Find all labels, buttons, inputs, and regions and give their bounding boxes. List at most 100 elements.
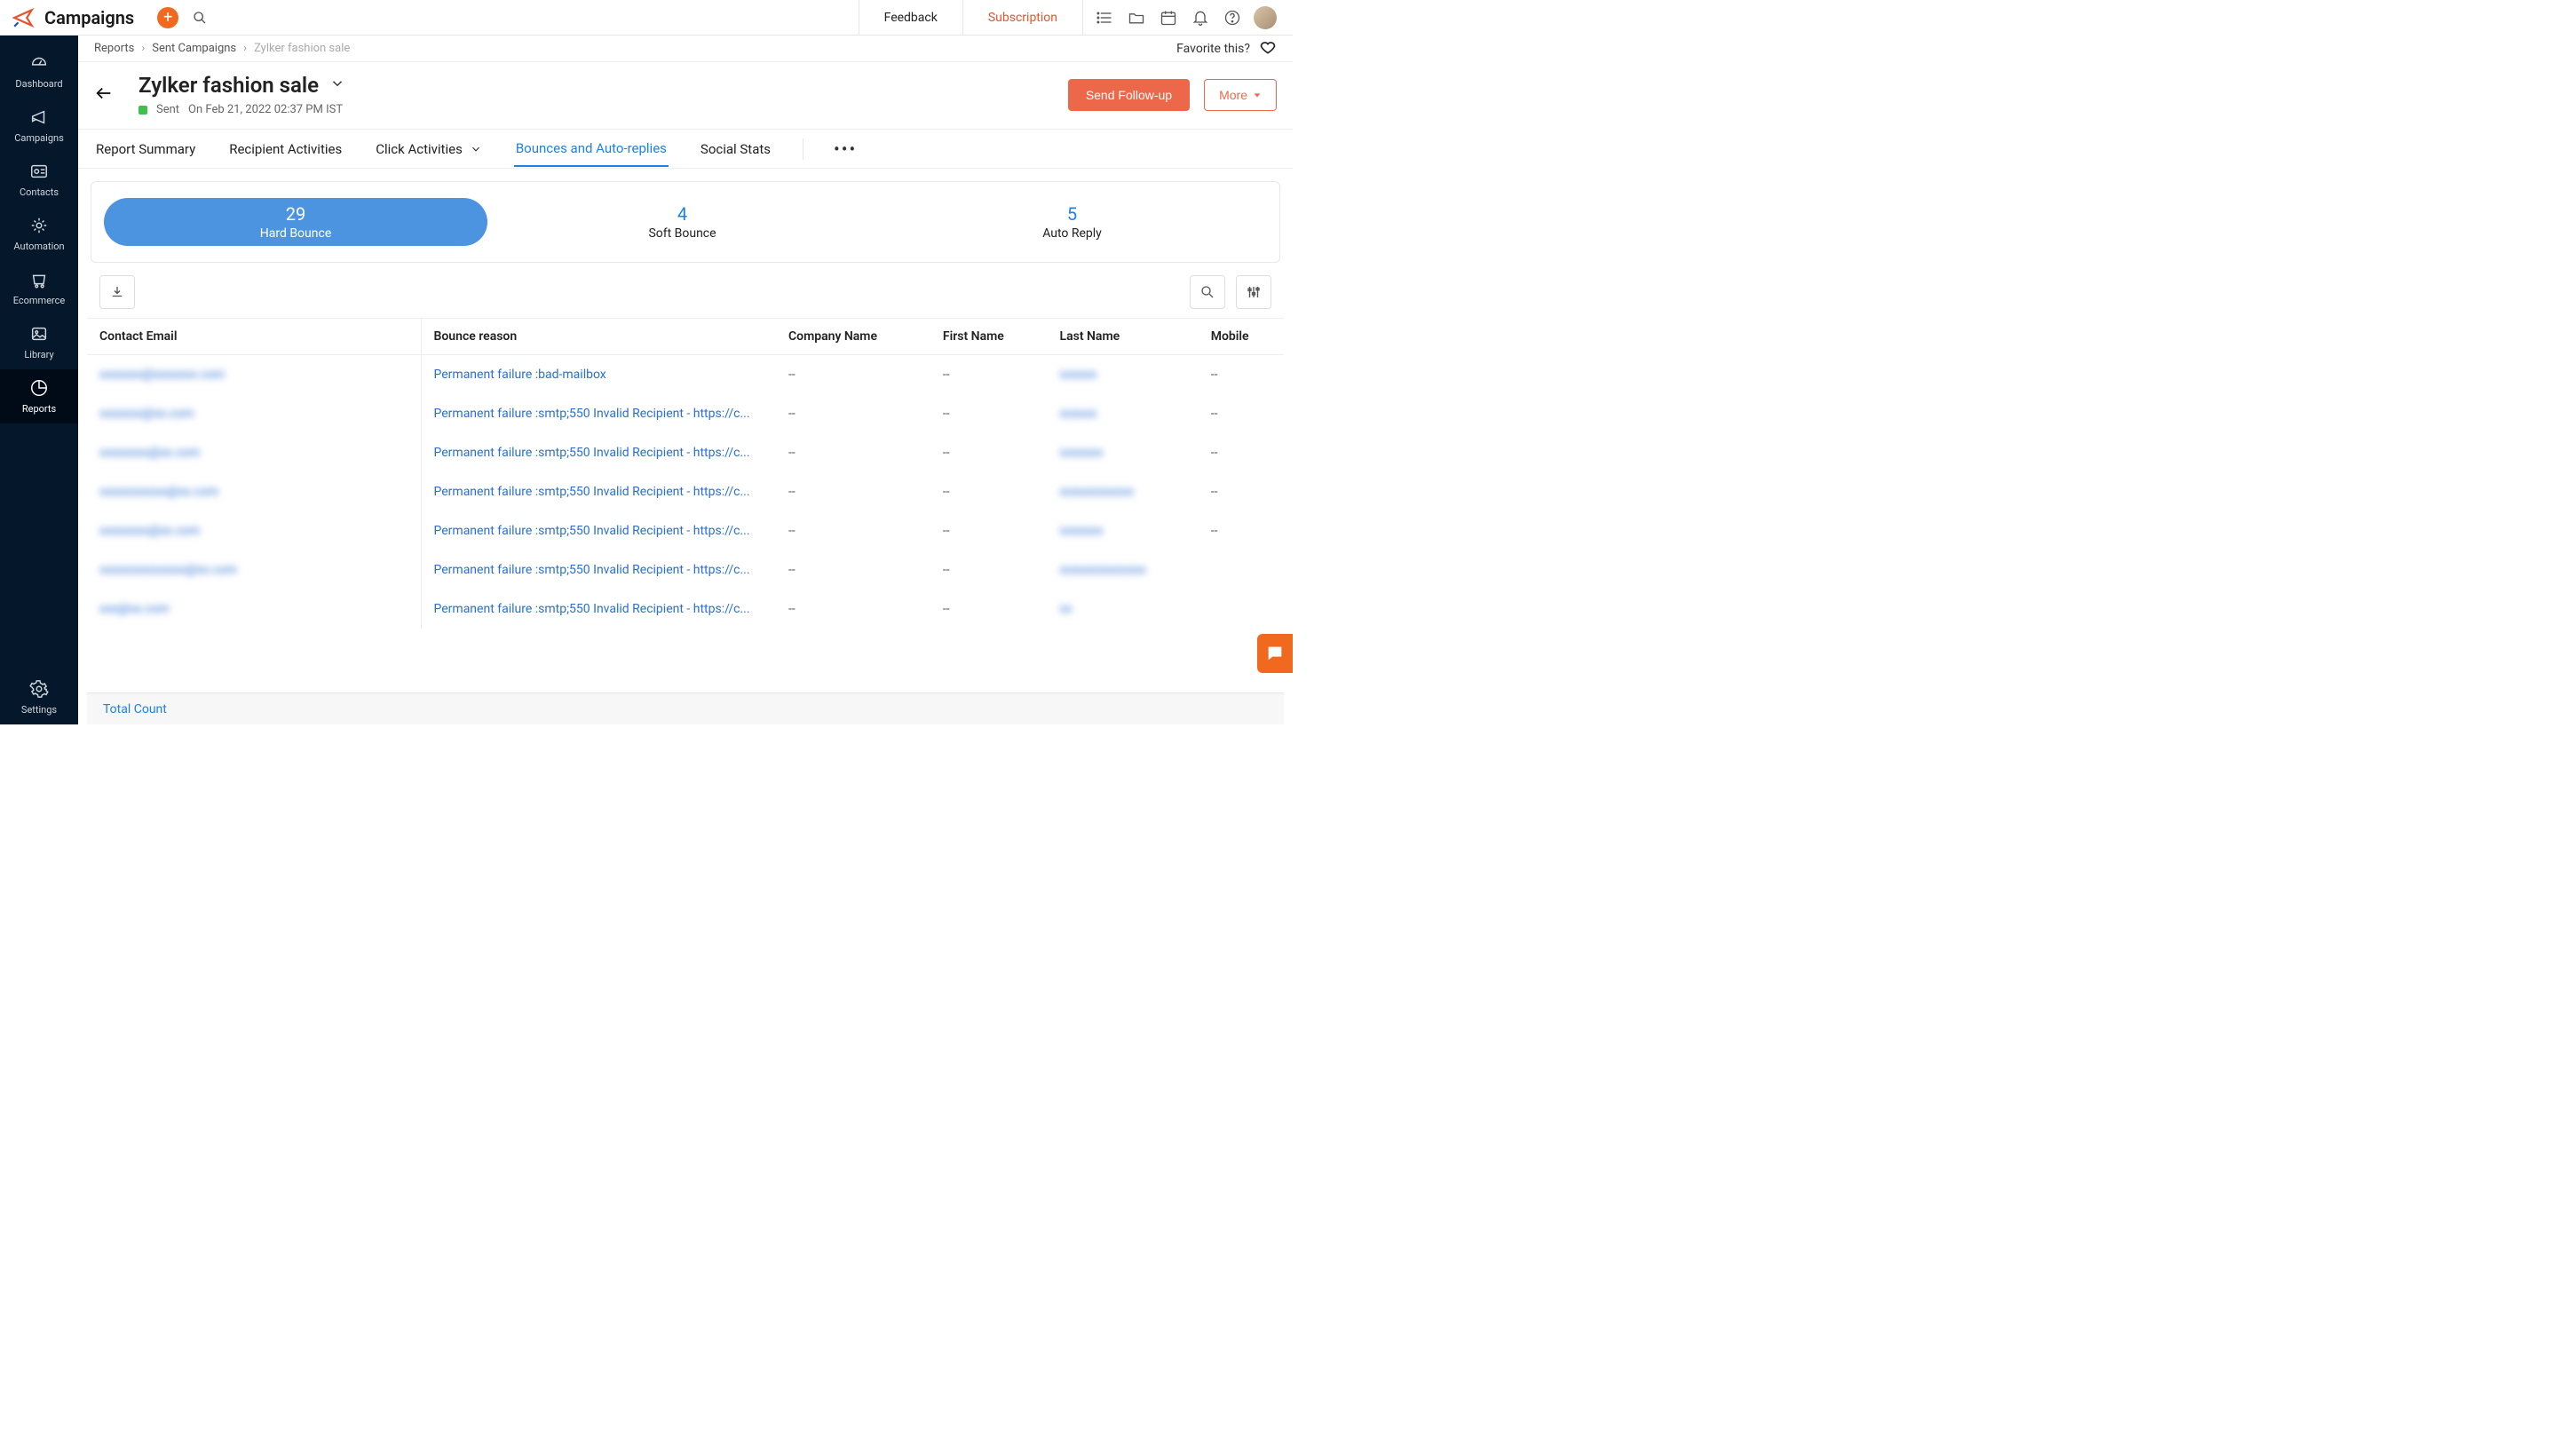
cell-last: xxxxxx (1048, 355, 1199, 395)
sidebar-item-automation[interactable]: Automation (0, 207, 78, 261)
list-icon[interactable] (1090, 4, 1119, 32)
cell-reason[interactable]: Permanent failure :smtp;550 Invalid Reci… (421, 590, 776, 629)
cell-reason[interactable]: Permanent failure :bad-mailbox (421, 355, 776, 395)
tabs: Report Summary Recipient Activities Clic… (78, 130, 1293, 169)
bounce-table: Contact Email Bounce reason Company Name… (87, 318, 1284, 692)
pill-count: 4 (677, 203, 687, 225)
sidebar-item-settings[interactable]: Settings (0, 670, 78, 724)
cell-company: -- (776, 433, 930, 472)
breadcrumb-current: Zylker fashion sale (254, 42, 350, 55)
sidebar-item-ecommerce[interactable]: Ecommerce (0, 261, 78, 315)
tab-social-stats[interactable]: Social Stats (699, 132, 772, 166)
subscription-link[interactable]: Subscription (962, 0, 1082, 35)
help-icon[interactable] (1218, 4, 1247, 32)
cell-last: xxxxxxx (1048, 433, 1199, 472)
cell-mobile: -- (1199, 394, 1284, 433)
cell-email[interactable]: xxxxxxxxxxxxxx@xx.com (87, 550, 421, 590)
table-search-button[interactable] (1190, 275, 1225, 309)
logo[interactable]: Campaigns (12, 6, 134, 29)
tab-click-activities[interactable]: Click Activities (374, 132, 484, 166)
cell-reason[interactable]: Permanent failure :smtp;550 Invalid Reci… (421, 511, 776, 550)
top-right: Feedback Subscription (859, 0, 1293, 35)
cell-email[interactable]: xxxxxxxx@xx.com (87, 511, 421, 550)
chevron-right-icon: › (141, 42, 145, 55)
th-mobile[interactable]: Mobile (1199, 319, 1284, 355)
cell-email[interactable]: xxx@xx.com (87, 590, 421, 629)
cell-email[interactable]: xxxxxxxx@xx.com (87, 433, 421, 472)
sidebar-item-library[interactable]: Library (0, 315, 78, 369)
cell-company: -- (776, 511, 930, 550)
create-button[interactable]: + (157, 7, 178, 28)
table-row[interactable]: xxxxxxxxxxxxxx@xx.com Permanent failure … (87, 550, 1284, 590)
more-button[interactable]: More (1204, 79, 1277, 111)
chevron-down-icon[interactable] (329, 75, 345, 95)
cell-first: -- (930, 394, 1048, 433)
th-email[interactable]: Contact Email (87, 319, 421, 355)
avatar[interactable] (1254, 6, 1277, 29)
sidebar-item-campaigns[interactable]: Campaigns (0, 99, 78, 153)
table-row[interactable]: xxxxxxx@xxxxxxx.com Permanent failure :b… (87, 355, 1284, 395)
back-arrow-icon[interactable] (94, 83, 114, 107)
table-row[interactable]: xxxxxxx@xx.com Permanent failure :smtp;5… (87, 394, 1284, 433)
chat-fab[interactable] (1257, 634, 1293, 673)
cell-reason[interactable]: Permanent failure :smtp;550 Invalid Reci… (421, 550, 776, 590)
tab-bounces[interactable]: Bounces and Auto-replies (514, 131, 669, 167)
favorite-icon[interactable] (1259, 38, 1277, 59)
cell-mobile (1199, 590, 1284, 629)
favorite-label: Favorite this? (1176, 42, 1250, 56)
feedback-link[interactable]: Feedback (859, 0, 962, 35)
cell-reason[interactable]: Permanent failure :smtp;550 Invalid Reci… (421, 394, 776, 433)
topbar: Campaigns + Feedback Subscription (0, 0, 1293, 36)
tab-report-summary[interactable]: Report Summary (94, 132, 197, 166)
breadcrumb-mid[interactable]: Sent Campaigns (152, 42, 236, 55)
total-count-link[interactable]: Total Count (103, 702, 167, 716)
table-row[interactable]: xxx@xx.com Permanent failure :smtp;550 I… (87, 590, 1284, 629)
tab-recipient-activities[interactable]: Recipient Activities (227, 132, 344, 166)
table-row[interactable]: xxxxxxxxxxx@xx.com Permanent failure :sm… (87, 472, 1284, 511)
chevron-right-icon: › (243, 42, 247, 55)
page-header: Zylker fashion sale Sent On Feb 21, 2022… (78, 62, 1293, 130)
breadcrumb-root[interactable]: Reports (94, 42, 134, 55)
status-dot-icon (139, 106, 147, 115)
pill-label: Auto Reply (1042, 226, 1102, 241)
pill-auto-reply[interactable]: 5Auto Reply (877, 198, 1267, 246)
calendar-icon[interactable] (1154, 4, 1183, 32)
cell-first: -- (930, 433, 1048, 472)
th-reason[interactable]: Bounce reason (421, 319, 776, 355)
cell-company: -- (776, 355, 930, 395)
filter-button[interactable] (1236, 275, 1271, 309)
cell-email[interactable]: xxxxxxx@xxxxxxx.com (87, 355, 421, 395)
th-company[interactable]: Company Name (776, 319, 930, 355)
cell-email[interactable]: xxxxxxxxxxx@xx.com (87, 472, 421, 511)
table-row[interactable]: xxxxxxxx@xx.com Permanent failure :smtp;… (87, 511, 1284, 550)
sidebar-item-label: Reports (22, 403, 56, 415)
main: Reports › Sent Campaigns › Zylker fashio… (78, 36, 1293, 724)
cell-email[interactable]: xxxxxxx@xx.com (87, 394, 421, 433)
cell-reason[interactable]: Permanent failure :smtp;550 Invalid Reci… (421, 472, 776, 511)
search-top-icon[interactable] (184, 11, 216, 25)
tabs-more-icon[interactable]: ••• (834, 138, 857, 160)
send-followup-button[interactable]: Send Follow-up (1068, 79, 1190, 111)
pill-soft-bounce[interactable]: 4Soft Bounce (487, 198, 877, 246)
app-title: Campaigns (44, 7, 134, 28)
pill-count: 5 (1067, 203, 1077, 225)
cell-company: -- (776, 590, 930, 629)
pill-hard-bounce[interactable]: 29Hard Bounce (104, 198, 487, 246)
th-last[interactable]: Last Name (1048, 319, 1199, 355)
sidebar-item-reports[interactable]: Reports (0, 369, 78, 423)
pill-label: Soft Bounce (648, 226, 716, 241)
sidebar-item-dashboard[interactable]: Dashboard (0, 44, 78, 99)
table-row[interactable]: xxxxxxxx@xx.com Permanent failure :smtp;… (87, 433, 1284, 472)
content: 29Hard Bounce 4Soft Bounce 5Auto Reply C… (78, 169, 1293, 724)
sidebar-item-label: Settings (21, 704, 57, 716)
cell-last: xxxxxx (1048, 394, 1199, 433)
folder-icon[interactable] (1122, 4, 1151, 32)
sidebar-item-label: Ecommerce (13, 295, 66, 306)
cell-reason[interactable]: Permanent failure :smtp;550 Invalid Reci… (421, 433, 776, 472)
bell-icon[interactable] (1186, 4, 1215, 32)
sidebar-item-contacts[interactable]: Contacts (0, 153, 78, 207)
th-first[interactable]: First Name (930, 319, 1048, 355)
tab-label: Click Activities (376, 141, 463, 157)
cell-company: -- (776, 550, 930, 590)
download-button[interactable] (99, 275, 135, 309)
